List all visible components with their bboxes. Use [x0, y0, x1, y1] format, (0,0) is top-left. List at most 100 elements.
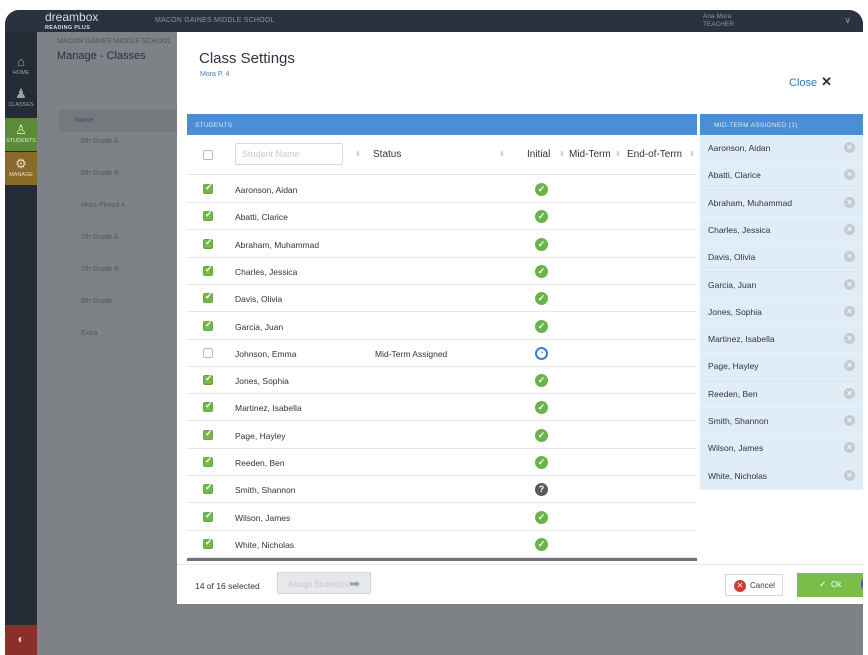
remove-icon[interactable]: ✕ [844, 387, 855, 399]
student-row[interactable]: Page, Hayley ✓ [187, 422, 697, 449]
student-status: Mid-Term Assigned [375, 348, 448, 359]
assigned-student-name: Aaronson, Aidan [708, 143, 771, 153]
student-checkbox[interactable] [203, 237, 213, 249]
remove-icon[interactable]: ✕ [844, 196, 855, 208]
student-row[interactable]: Martinez, Isabella ✓ [187, 394, 697, 422]
cancel-button[interactable]: ✕ Cancel [725, 574, 783, 596]
student-checkbox[interactable] [203, 291, 213, 304]
student-name: Davis, Olivia [235, 294, 283, 305]
chevron-down-icon[interactable]: ∨ [844, 15, 851, 26]
close-button[interactable]: Close ✕ [789, 74, 832, 90]
remove-icon[interactable]: ✕ [844, 442, 855, 454]
modal-subtitle: Mora P. 4 [200, 71, 230, 78]
sort-icon[interactable]: ⬍ [689, 150, 695, 158]
sort-icon[interactable]: ⬍ [559, 150, 565, 158]
student-row[interactable]: White, Nicholas ✓ [187, 531, 697, 558]
assigned-row: Reeden, Ben ✕ [700, 380, 863, 408]
student-name: White, Nicholas [235, 539, 295, 550]
student-checkbox[interactable] [203, 482, 213, 495]
ok-button[interactable]: ✓ Ok [797, 573, 863, 597]
remove-icon[interactable]: ✕ [844, 169, 855, 181]
assigned-row: Page, Hayley ✕ [700, 353, 863, 381]
remove-icon[interactable]: ✕ [844, 278, 855, 290]
student-checkbox[interactable] [203, 537, 213, 549]
student-name: Johnson, Emma [235, 348, 297, 359]
check-circle-icon: ✓ [535, 264, 548, 278]
student-row[interactable]: Charles, Jessica ✓ [187, 258, 697, 285]
student-checkbox[interactable] [203, 319, 213, 331]
nav-classes[interactable]: ♟ CLASSES [5, 82, 37, 115]
student-row[interactable]: Davis, Olivia ✓ [187, 285, 697, 313]
remove-icon[interactable]: ✕ [844, 251, 855, 263]
bg-class-row: Extra [81, 330, 98, 337]
classes-icon: ♟ [15, 86, 27, 101]
assign-students-button[interactable]: Assign Student(s) ➡ [277, 572, 371, 594]
nav-students[interactable]: ♙ STUDENTS [5, 118, 37, 151]
nav-manage[interactable]: ⚙ MANAGE [5, 152, 37, 185]
student-name: Martinez, Isabella [235, 403, 302, 414]
remove-icon[interactable]: ✕ [844, 333, 855, 345]
sort-icon[interactable]: ⬍ [615, 150, 621, 158]
sort-icon[interactable]: ⬍ [355, 150, 361, 158]
remove-icon[interactable]: ✕ [844, 415, 855, 426]
select-all-checkbox[interactable] [203, 150, 213, 160]
remove-icon[interactable]: ✕ [844, 360, 855, 372]
student-row[interactable]: Wilson, James ✓ [187, 504, 697, 531]
bg-class-row: 8th Grade [81, 298, 113, 305]
status-column-header[interactable]: Status [373, 149, 401, 160]
help-button[interactable]: ◐ [5, 625, 37, 655]
modal-title: Class Settings [199, 50, 295, 67]
student-row[interactable]: Smith, Shannon? [187, 476, 697, 504]
nav-home[interactable]: ⌂ HOME [5, 50, 37, 83]
student-name: Garcia, Juan [235, 321, 284, 332]
student-checkbox[interactable] [203, 264, 213, 276]
student-row[interactable]: Johnson, Emma Mid-Term Assigned ◔ [187, 340, 697, 367]
assigned-list: Aaronson, Aidan ✕ Abatti, Clarice ✕ Abraham,… [700, 135, 863, 490]
student-row[interactable]: Aaronson, Aidan ✓ [187, 176, 697, 203]
assigned-row: Jones, Sophia ✕ [700, 298, 863, 326]
check-icon: ✓ [819, 579, 827, 589]
assigned-row: Martinez, Isabella ✕ [700, 326, 863, 354]
user-role: TEACHER [703, 21, 735, 28]
student-name: Aaronson, Aidan [235, 185, 298, 195]
nav-home-label: HOME [12, 70, 30, 76]
assigned-student-name: Page, Hayley [708, 361, 759, 372]
student-row[interactable]: Reeden, Ben ✓ [187, 449, 697, 476]
initial-column-header[interactable]: Initial [527, 149, 550, 160]
student-checkbox[interactable] [203, 510, 213, 522]
student-checkbox[interactable] [203, 209, 213, 222]
student-name: Smith, Shannon [235, 485, 296, 496]
sort-icon[interactable]: ⬍ [499, 150, 505, 158]
remove-icon[interactable]: ✕ [844, 469, 855, 481]
student-checkbox[interactable] [203, 373, 213, 386]
student-row[interactable]: Garcia, Juan ✓ [187, 313, 697, 340]
student-row[interactable]: Jones, Sophia ✓ [187, 367, 697, 395]
student-checkbox[interactable] [203, 455, 213, 467]
remove-icon[interactable]: ✕ [844, 305, 855, 317]
check-circle-icon: ✓ [535, 537, 548, 551]
close-icon: ✕ [821, 74, 833, 89]
assigned-section-header: MID-TERM ASSIGNED (1) [700, 114, 863, 135]
student-checkbox[interactable] [203, 428, 213, 440]
endterm-column-header[interactable]: End-of-Term [627, 149, 682, 160]
user-menu[interactable]: Ana Mora TEACHER [703, 13, 734, 29]
assigned-row: Wilson, James ✕ [700, 435, 863, 463]
student-name: Reeden, Ben [235, 458, 285, 468]
midterm-column-header[interactable]: Mid-Term [569, 149, 611, 160]
remove-icon[interactable]: ✕ [844, 223, 855, 235]
top-bar: dreambox READING PLUS MACON GAINES MIDDLE… [5, 10, 863, 32]
assigned-student-name: Charles, Jessica [708, 224, 771, 235]
assigned-row: Smith, Shannon ✕ [700, 408, 863, 435]
student-row[interactable]: Abatti, Clarice ✓ [187, 203, 697, 231]
student-name-search-input[interactable] [235, 143, 343, 165]
check-circle-icon: ✓ [535, 456, 548, 469]
check-circle-icon: ✓ [535, 428, 548, 442]
student-checkbox[interactable] [203, 400, 213, 413]
student-row[interactable]: Abraham, Muhammad ✓ [187, 231, 697, 258]
assigned-student-name: Reeden, Ben [708, 388, 758, 399]
horizontal-scrollbar[interactable] [187, 558, 697, 561]
remove-icon[interactable]: ✕ [844, 142, 855, 153]
student-checkbox[interactable] [203, 347, 213, 358]
student-checkbox[interactable] [203, 182, 213, 194]
assigned-student-name: Garcia, Juan [708, 279, 757, 290]
